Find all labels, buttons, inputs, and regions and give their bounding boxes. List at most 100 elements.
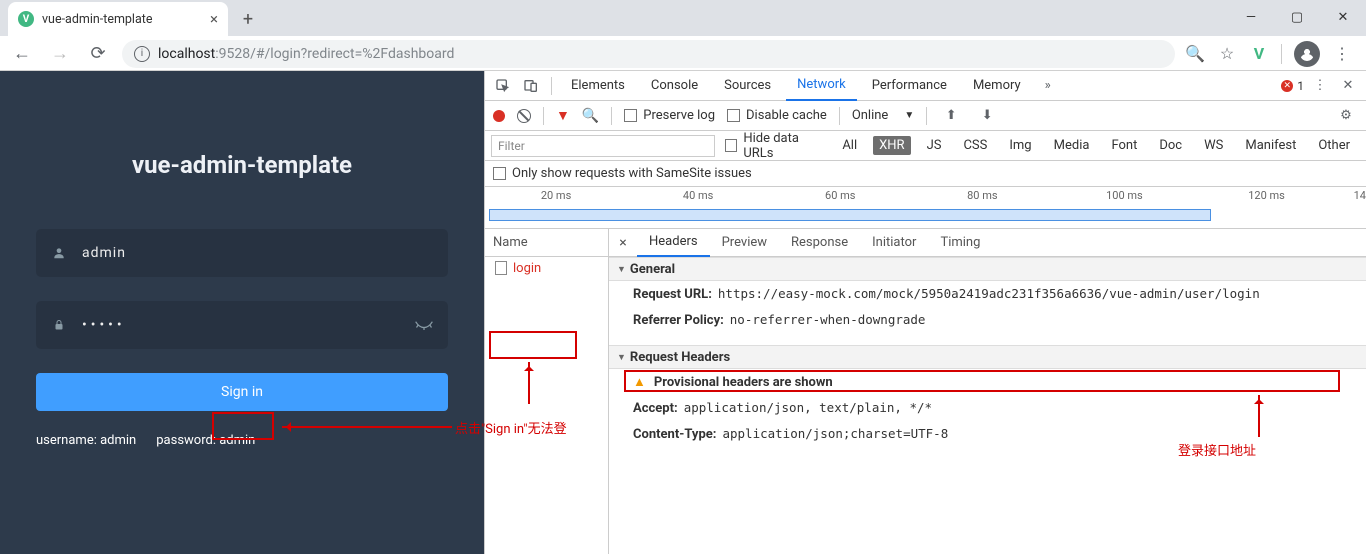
clear-button[interactable]: [517, 109, 531, 123]
network-timeline[interactable]: 20 ms 40 ms 60 ms 80 ms 100 ms 120 ms 14: [485, 187, 1366, 229]
request-detail: × Headers Preview Response Initiator Tim…: [609, 229, 1366, 554]
referrer-policy-row: Referrer Policy: no-referrer-when-downgr…: [609, 307, 1366, 333]
forward-button[interactable]: →: [46, 40, 74, 68]
window-controls: — ▢ ✕: [1228, 0, 1366, 34]
devtools-panel: Elements Console Sources Network Perform…: [484, 71, 1366, 554]
browser-chrome: V vue-admin-template × + — ▢ ✕ ← → ⟳ i l…: [0, 0, 1366, 71]
more-tabs-icon[interactable]: »: [1036, 74, 1060, 98]
detail-tab-preview[interactable]: Preview: [710, 229, 779, 257]
warning-icon: ▲: [633, 374, 646, 390]
menu-icon[interactable]: ⋮: [1332, 44, 1352, 64]
bookmark-icon[interactable]: ☆: [1217, 44, 1237, 64]
inspect-icon[interactable]: [491, 74, 515, 98]
username-value: admin: [82, 245, 434, 261]
close-icon[interactable]: ×: [210, 10, 218, 28]
filter-js[interactable]: JS: [921, 136, 948, 155]
address-bar: ← → ⟳ i localhost:9528/#/login?redirect=…: [0, 36, 1366, 71]
close-detail-icon[interactable]: ×: [609, 235, 637, 251]
samesite-checkbox[interactable]: Only show requests with SameSite issues: [493, 166, 752, 181]
filter-media[interactable]: Media: [1048, 136, 1096, 155]
maximize-button[interactable]: ▢: [1274, 0, 1320, 34]
record-button[interactable]: [493, 110, 505, 122]
download-icon[interactable]: ⬇: [975, 104, 999, 128]
error-count: 1: [1297, 79, 1304, 93]
tab-network[interactable]: Network: [786, 71, 857, 101]
filter-other[interactable]: Other: [1312, 136, 1356, 155]
tab-performance[interactable]: Performance: [861, 71, 958, 101]
tab-elements[interactable]: Elements: [560, 71, 636, 101]
credentials-hint: username: admin password: admin: [36, 433, 448, 448]
divider: [543, 107, 544, 125]
zoom-icon[interactable]: 🔍: [1185, 44, 1205, 64]
filter-manifest[interactable]: Manifest: [1239, 136, 1302, 155]
profile-avatar-icon[interactable]: [1294, 41, 1320, 67]
search-icon[interactable]: 🔍: [582, 108, 599, 124]
detail-tab-initiator[interactable]: Initiator: [860, 229, 928, 257]
filter-doc[interactable]: Doc: [1153, 136, 1188, 155]
devtools-menu-icon[interactable]: ⋮: [1308, 74, 1332, 98]
device-toggle-icon[interactable]: [519, 74, 543, 98]
filter-ws[interactable]: WS: [1198, 136, 1229, 155]
tab-memory[interactable]: Memory: [962, 71, 1032, 101]
divider: [839, 107, 840, 125]
upload-icon[interactable]: ⬆: [939, 104, 963, 128]
divider: [551, 77, 552, 95]
minimize-button[interactable]: —: [1228, 0, 1274, 34]
filter-font[interactable]: Font: [1105, 136, 1143, 155]
site-info-icon[interactable]: i: [134, 46, 150, 62]
page-title: vue-admin-template: [0, 151, 484, 179]
reload-button[interactable]: ⟳: [84, 40, 112, 68]
devtools-close-icon[interactable]: ✕: [1336, 74, 1360, 98]
hide-data-urls-checkbox[interactable]: Hide data URLs: [725, 131, 826, 161]
back-button[interactable]: ←: [8, 40, 36, 68]
disable-cache-checkbox[interactable]: Disable cache: [727, 108, 827, 123]
divider: [1281, 44, 1282, 64]
settings-gear-icon[interactable]: ⚙: [1334, 104, 1358, 128]
new-tab-button[interactable]: +: [234, 5, 262, 33]
filter-toggle-icon[interactable]: ▼: [556, 107, 570, 124]
signin-button[interactable]: Sign in: [36, 373, 448, 411]
request-row-login[interactable]: login: [485, 257, 608, 279]
eye-icon[interactable]: [414, 316, 434, 335]
tab-title: vue-admin-template: [42, 12, 153, 27]
detail-tab-timing[interactable]: Timing: [928, 229, 992, 257]
url-path: :9528/#/login?redirect=%2Fdashboard: [215, 46, 454, 62]
browser-tab[interactable]: V vue-admin-template ×: [8, 2, 228, 36]
url-host: localhost: [158, 46, 215, 62]
close-window-button[interactable]: ✕: [1320, 0, 1366, 34]
url-input[interactable]: i localhost:9528/#/login?redirect=%2Fdas…: [122, 40, 1175, 68]
hint-password: password: admin: [156, 433, 255, 448]
section-request-headers[interactable]: Request Headers: [609, 345, 1366, 369]
filter-all[interactable]: All: [836, 136, 863, 155]
vue-extension-icon[interactable]: V: [1249, 44, 1269, 64]
accept-row: Accept: application/json, text/plain, */…: [609, 395, 1366, 421]
timeline-bar: [489, 209, 1211, 221]
detail-tab-bar: × Headers Preview Response Initiator Tim…: [609, 229, 1366, 257]
request-url-row: Request URL: https://easy-mock.com/mock/…: [609, 281, 1366, 307]
username-field[interactable]: admin: [36, 229, 448, 277]
filter-input[interactable]: Filter: [491, 135, 715, 157]
signin-label: Sign in: [221, 384, 263, 400]
filter-img[interactable]: Img: [1003, 136, 1037, 155]
filter-xhr[interactable]: XHR: [873, 136, 910, 155]
throttle-select[interactable]: Online▼: [852, 108, 914, 123]
vue-favicon-icon: V: [18, 11, 34, 27]
tab-sources[interactable]: Sources: [713, 71, 782, 101]
section-general[interactable]: General: [609, 257, 1366, 281]
divider: [611, 107, 612, 125]
login-page: vue-admin-template admin ••••• Sign in u…: [0, 71, 484, 554]
tab-console[interactable]: Console: [640, 71, 709, 101]
network-toolbar: ▼ 🔍 Preserve log Disable cache Online▼ ⬆…: [485, 101, 1366, 131]
detail-tab-headers[interactable]: Headers: [637, 229, 710, 257]
error-dot-icon: ✕: [1281, 80, 1293, 92]
request-name: login: [513, 261, 541, 276]
detail-tab-response[interactable]: Response: [779, 229, 860, 257]
filter-row: Filter Hide data URLs All XHR JS CSS Img…: [485, 131, 1366, 161]
preserve-log-checkbox[interactable]: Preserve log: [624, 108, 715, 123]
password-field[interactable]: •••••: [36, 301, 448, 349]
error-badge[interactable]: ✕ 1: [1281, 79, 1304, 93]
hint-username: username: admin: [36, 433, 136, 448]
tab-bar: V vue-admin-template × + — ▢ ✕: [0, 0, 1366, 36]
filter-css[interactable]: CSS: [957, 136, 993, 155]
lock-icon: [50, 318, 68, 332]
